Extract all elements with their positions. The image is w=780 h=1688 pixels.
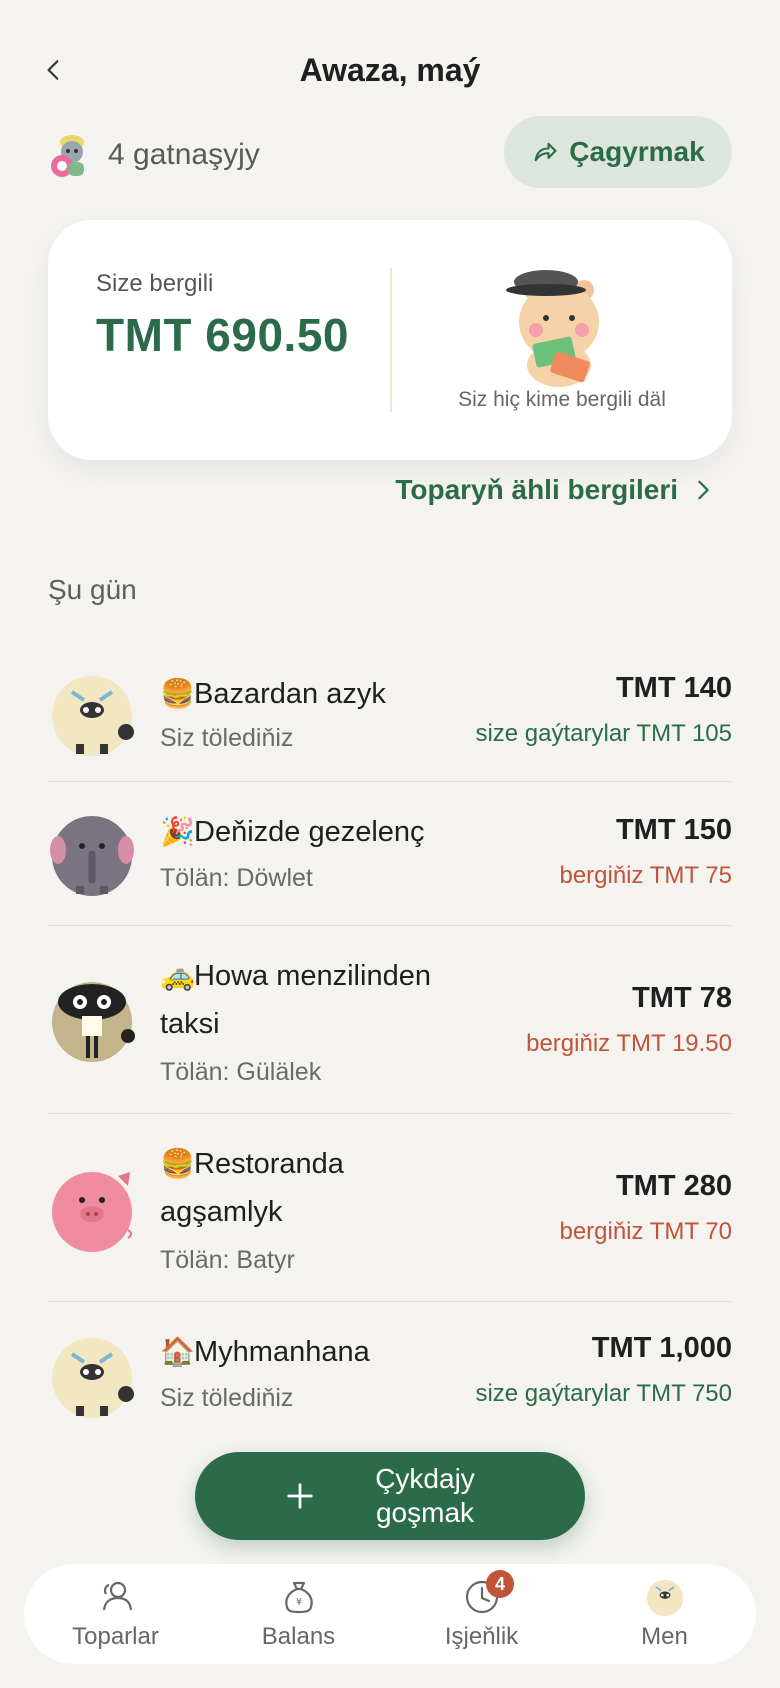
invite-label: Çagyrmak [569, 136, 705, 167]
expense-title: 🏠Myhmanhana [160, 1336, 370, 1368]
expense-payer: Siz tölediňiz [160, 724, 294, 752]
expense-balance: size gaýtarylar TMT 750 [475, 1380, 732, 1407]
party-icon: 🎉 [160, 816, 195, 847]
elephant-avatar-icon [50, 816, 134, 896]
expense-balance: bergiňiz TMT 70 [559, 1218, 732, 1245]
expense-row[interactable]: 🏠Myhmanhana Siz tölediňiz TMT 1,000 size… [48, 1302, 732, 1434]
all-debts-link[interactable]: Toparyň ähli bergileri [395, 474, 714, 506]
add-expense-label: Çykdajy goşmak [375, 1463, 475, 1528]
sheep-avatar-icon [52, 676, 134, 756]
raccoon-avatar-icon [52, 982, 135, 1062]
nav-item-activity[interactable]: 4 Işjeňlik [390, 1564, 573, 1664]
svg-text:¥: ¥ [295, 1597, 301, 1608]
pig-avatar-icon [52, 1172, 132, 1252]
nav-label: Men [641, 1623, 688, 1650]
money-bag-icon: ¥ [284, 1581, 313, 1614]
participants-button[interactable]: 4 gatnaşyjy [48, 128, 260, 182]
expense-title: 🍔Bazardan azyk [160, 678, 386, 710]
no-debts-note: Siz hiç kime bergili däl [458, 388, 666, 411]
burger-icon: 🍔 [160, 678, 195, 709]
nav-label: Işjeňlik [444, 1623, 519, 1650]
nav-item-balance[interactable]: ¥ Balans [207, 1564, 390, 1664]
avatar [646, 1579, 683, 1617]
bottom-nav: Toparlar ¥ Balans 4 Işjeňlik Men [24, 1564, 756, 1664]
expense-title: 🎉Deňizde gezelenç [160, 816, 425, 848]
house-icon: 🏠 [160, 1336, 195, 1367]
expense-amount: TMT 150 [615, 814, 732, 846]
chevron-right-icon [698, 480, 709, 500]
expense-amount: TMT 78 [632, 982, 732, 1014]
expense-row[interactable]: 🎉Deňizde gezelenç Tölän: Döwlet TMT 150 … [48, 782, 732, 926]
nav-label: Balans [261, 1623, 336, 1650]
expense-row[interactable]: 🚕Howa menzilinden taksi Tölän: Gülälek T… [48, 926, 732, 1114]
share-icon [534, 142, 557, 162]
participants-count: 4 gatnaşyjy [108, 138, 260, 171]
sheep-avatar-icon [52, 1338, 134, 1418]
add-expense-button[interactable]: Çykdajy goşmak [195, 1452, 585, 1540]
expense-balance: size gaýtarylar TMT 105 [475, 720, 732, 747]
expense-balance: bergiňiz TMT 19.50 [526, 1030, 732, 1057]
notification-badge: 4 [486, 1570, 514, 1598]
expense-title: 🚕Howa menzilinden taksi [160, 960, 431, 1040]
expense-payer: Siz tölediňiz [160, 1384, 294, 1412]
expense-row[interactable]: 🍔Bazardan azyk Siz tölediňiz TMT 140 siz… [48, 650, 732, 782]
burger-icon: 🍔 [160, 1148, 195, 1179]
expense-row[interactable]: 🍔Restoranda agşamlyk Tölän: Batyr TMT 28… [48, 1114, 732, 1302]
expense-title: 🍔Restoranda agşamlyk [160, 1148, 344, 1228]
all-debts-label: Toparyň ähli bergileri [395, 474, 678, 505]
balance-card: Size bergili TMT 690.50 Siz hiç kime ber… [48, 220, 732, 460]
owed-amount: TMT 690.50 [96, 309, 349, 361]
bear-money-illustration-icon [506, 270, 599, 387]
nav-label: Toparlar [72, 1623, 159, 1650]
taxi-icon: 🚕 [160, 960, 195, 991]
invite-button[interactable]: Çagyrmak [504, 116, 732, 188]
plus-icon [287, 1483, 313, 1509]
expense-amount: TMT 280 [615, 1170, 732, 1202]
expense-amount: TMT 140 [615, 672, 732, 704]
expense-payer: Tölän: Batyr [160, 1246, 295, 1274]
expense-payer: Tölän: Gülälek [160, 1058, 322, 1086]
nav-item-me[interactable]: Men [573, 1564, 756, 1664]
owed-label: Size bergili [96, 270, 214, 297]
section-title-today: Şu gün [48, 574, 137, 605]
expense-balance: bergiňiz TMT 75 [559, 862, 732, 889]
users-icon [102, 1581, 132, 1611]
expense-payer: Tölän: Döwlet [160, 864, 313, 892]
nav-item-groups[interactable]: Toparlar [24, 1564, 207, 1664]
participants-avatar-icon [51, 135, 84, 177]
expense-amount: TMT 1,000 [591, 1332, 732, 1364]
page-title: Awaza, maý [299, 52, 481, 88]
